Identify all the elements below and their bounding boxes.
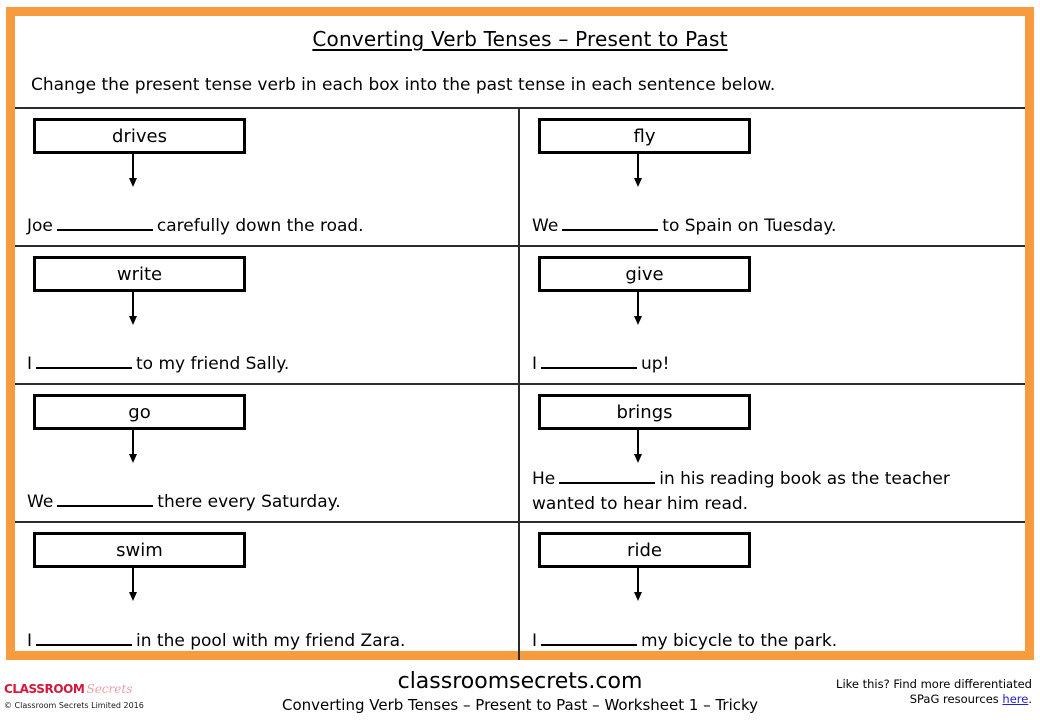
sentence-prefix: I <box>27 354 33 374</box>
verb-box-2: fly <box>538 118 751 154</box>
down-arrow-icon <box>634 292 642 325</box>
logo-secondary-text: Secrets <box>86 682 133 696</box>
sentence-7: Iin the pool with my friend Zara. <box>27 629 508 654</box>
verb-box-5: go <box>33 394 246 430</box>
exercise-cell-8: ride Imy bicycle to the park. <box>520 523 1025 660</box>
exercise-row: drives Joe carefully down the road. fly <box>15 109 1025 247</box>
instruction-bar: Change the present tense verb in each bo… <box>15 62 1025 109</box>
copyright-text: © Classroom Secrets Limited 2016 <box>4 701 144 710</box>
answer-blank[interactable] <box>57 492 154 507</box>
answer-blank[interactable] <box>36 354 133 369</box>
verb-text: drives <box>112 125 167 147</box>
down-arrow-icon <box>634 568 642 601</box>
verb-text: swim <box>116 539 163 561</box>
answer-blank[interactable] <box>56 216 153 231</box>
answer-blank[interactable] <box>541 354 638 369</box>
exercise-row: swim Iin the pool with my friend Zara. r… <box>15 523 1025 660</box>
sentence-suffix: to my friend Sally. <box>136 354 290 374</box>
page-title: Converting Verb Tenses – Present to Past <box>312 27 728 51</box>
sentence-3: Ito my friend Sally. <box>27 352 508 377</box>
promo-line-2-prefix: SPaG resources <box>909 692 1003 706</box>
page-footer: CLASSROOM Secrets © Classroom Secrets Li… <box>0 663 1040 720</box>
verb-text: brings <box>616 401 673 423</box>
verb-text: go <box>128 401 151 423</box>
sentence-suffix: to Spain on Tuesday. <box>662 216 837 236</box>
down-arrow-icon <box>129 292 137 325</box>
exercise-cell-6: brings He in his reading book as the teac… <box>520 385 1025 521</box>
sentence-prefix: He <box>532 469 556 489</box>
sentence-5: We there every Saturday. <box>27 490 508 515</box>
sentence-suffix: carefully down the road. <box>156 216 364 236</box>
exercise-cell-4: give Iup! <box>520 247 1025 383</box>
exercise-row: write Ito my friend Sally. give I up! <box>15 247 1025 385</box>
answer-blank[interactable] <box>562 216 659 231</box>
exercise-cell-3: write Ito my friend Sally. <box>15 247 520 383</box>
verb-box-1: drives <box>33 118 246 154</box>
sentence-1: Joe carefully down the road. <box>27 214 508 239</box>
logo-mark: CLASSROOM Secrets <box>4 683 194 698</box>
sentence-4: Iup! <box>532 352 1015 377</box>
worksheet-frame: Converting Verb Tenses – Present to Past… <box>6 7 1034 660</box>
exercise-cell-1: drives Joe carefully down the road. <box>15 109 520 245</box>
exercise-cell-5: go We there every Saturday. <box>15 385 520 521</box>
exercise-cell-2: fly We to Spain on Tuesday. <box>520 109 1025 245</box>
worksheet-page: Converting Verb Tenses – Present to Past… <box>0 0 1040 720</box>
exercise-row: go We there every Saturday. brings He in… <box>15 385 1025 523</box>
sentence-6: He in his reading book as the teacher wan… <box>532 467 1015 517</box>
worksheet-content: Converting Verb Tenses – Present to Past… <box>15 16 1025 660</box>
promo-line-2-suffix: . <box>1028 692 1032 706</box>
exercise-grid: drives Joe carefully down the road. fly <box>15 109 1025 660</box>
down-arrow-icon <box>129 430 137 463</box>
sentence-suffix: up! <box>641 354 670 374</box>
verb-box-4: give <box>538 256 751 292</box>
exercise-cell-7: swim Iin the pool with my friend Zara. <box>15 523 520 660</box>
sentence-prefix: Joe <box>27 216 53 236</box>
answer-blank[interactable] <box>36 631 133 646</box>
classroom-secrets-logo: CLASSROOM Secrets © Classroom Secrets Li… <box>4 683 194 711</box>
sentence-suffix: in the pool with my friend Zara. <box>136 631 406 651</box>
sentence-prefix: I <box>532 354 538 374</box>
sentence-prefix: We <box>27 492 54 512</box>
answer-blank[interactable] <box>559 469 656 484</box>
sentence-prefix: I <box>532 631 538 651</box>
verb-box-6: brings <box>538 394 751 430</box>
down-arrow-icon <box>634 430 642 463</box>
sentence-suffix: there every Saturday. <box>157 492 341 512</box>
logo-primary-text: CLASSROOM <box>4 682 85 696</box>
verb-box-7: swim <box>33 532 246 568</box>
sentence-2: We to Spain on Tuesday. <box>532 214 1015 239</box>
here-link[interactable]: here <box>1002 692 1028 706</box>
verb-text: give <box>625 263 664 285</box>
promo-text: Like this? Find more differentiated SPaG… <box>822 677 1032 707</box>
verb-box-3: write <box>33 256 246 292</box>
verb-text: write <box>116 263 163 285</box>
instruction-text: Change the present tense verb in each bo… <box>31 74 776 95</box>
verb-text: ride <box>627 539 662 561</box>
down-arrow-icon <box>634 154 642 187</box>
footer-center: classroomsecrets.com Converting Verb Ten… <box>270 669 770 716</box>
answer-blank[interactable] <box>541 631 638 646</box>
sentence-suffix: my bicycle to the park. <box>641 631 838 651</box>
promo-line-1: Like this? Find more differentiated <box>836 677 1032 691</box>
sentence-prefix: I <box>27 631 33 651</box>
sheet-caption: Converting Verb Tenses – Present to Past… <box>281 696 759 714</box>
verb-text: fly <box>633 125 656 147</box>
worksheet-title-bar: Converting Verb Tenses – Present to Past <box>15 16 1025 62</box>
down-arrow-icon <box>129 568 137 601</box>
sentence-8: Imy bicycle to the park. <box>532 629 1015 654</box>
site-name: classroomsecrets.com <box>397 669 643 694</box>
down-arrow-icon <box>129 154 137 187</box>
sentence-prefix: We <box>532 216 559 236</box>
verb-box-8: ride <box>538 532 751 568</box>
